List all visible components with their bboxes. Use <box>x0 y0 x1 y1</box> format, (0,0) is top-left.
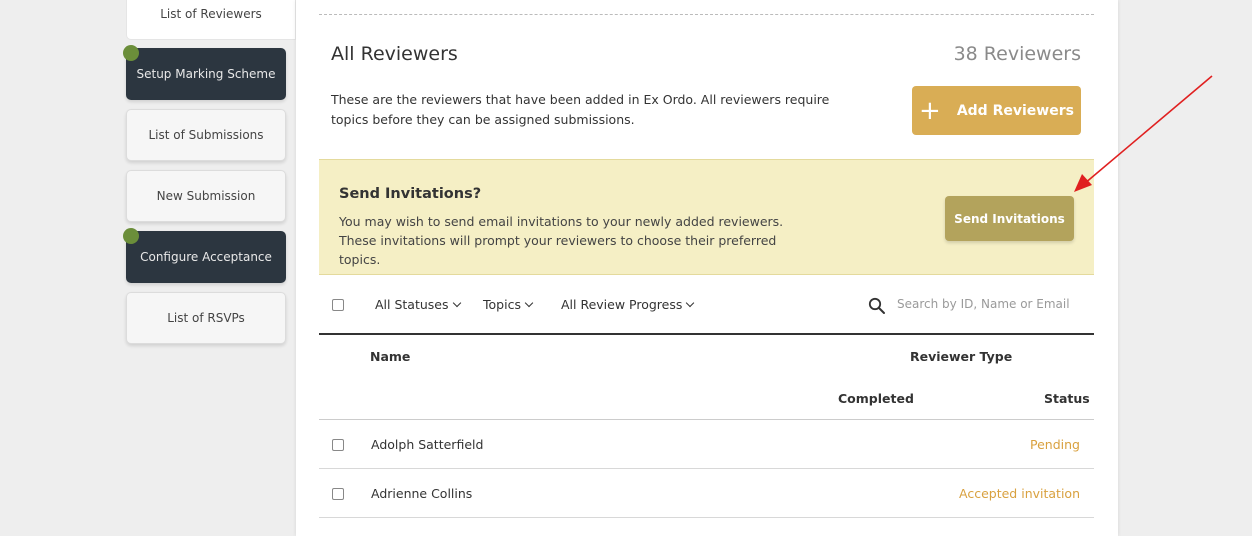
sidebar-item-label: List of Submissions <box>148 128 264 142</box>
main-panel: All Reviewers 38 Reviewers These are the… <box>296 0 1118 536</box>
topics-dropdown[interactable]: Topics <box>483 297 534 312</box>
add-reviewers-label: Add Reviewers <box>956 102 1074 119</box>
sidebar-item-configure-acceptance[interactable]: Configure Acceptance <box>123 228 286 283</box>
column-header-reviewer-type[interactable]: Reviewer Type <box>910 349 1012 364</box>
search-input[interactable] <box>897 294 1087 314</box>
review-progress-dropdown-label: All Review Progress <box>561 297 683 312</box>
statuses-dropdown[interactable]: All Statuses <box>375 297 461 312</box>
column-header-name[interactable]: Name <box>370 349 410 364</box>
status-dot-icon <box>123 45 139 61</box>
sidebar-item-label: List of Reviewers <box>160 7 262 21</box>
send-invitations-label: Send Invitations <box>954 211 1065 226</box>
sidebar-item-list-of-submissions[interactable]: List of Submissions <box>126 109 286 161</box>
plus-icon: + <box>919 95 941 126</box>
page-title: All Reviewers <box>331 43 458 65</box>
statuses-dropdown-label: All Statuses <box>375 297 449 312</box>
column-header-status[interactable]: Status <box>1044 391 1090 406</box>
chevron-down-icon <box>452 298 461 308</box>
sidebar-item-label: New Submission <box>156 189 256 203</box>
row-checkbox[interactable] <box>332 439 344 451</box>
sidebar-item-label: Configure Acceptance <box>140 250 272 264</box>
select-all-checkbox[interactable] <box>332 299 344 311</box>
reviewer-status: Pending <box>1030 437 1080 452</box>
banner-title: Send Invitations? <box>339 186 482 202</box>
topics-dropdown-label: Topics <box>483 297 521 312</box>
reviewer-count: 38 Reviewers <box>953 43 1081 65</box>
reviewer-status: Accepted invitation <box>959 486 1080 501</box>
table-row[interactable]: Adolph Satterfield Pending <box>319 420 1094 469</box>
row-checkbox[interactable] <box>332 488 344 500</box>
chevron-down-icon <box>524 298 534 308</box>
add-reviewers-button[interactable]: + Add Reviewers <box>912 86 1081 135</box>
table-row[interactable]: Adrienne Collins Accepted invitation <box>319 469 1094 518</box>
sidebar-item-label: List of RSVPs <box>167 311 245 325</box>
chevron-down-icon <box>686 298 695 308</box>
column-header-completed[interactable]: Completed <box>838 391 914 406</box>
filter-bar: All Statuses Topics All Review Progress <box>319 290 1094 335</box>
banner-text: You may wish to send email invitations t… <box>339 214 784 267</box>
reviewer-name[interactable]: Adolph Satterfield <box>371 437 483 452</box>
send-invitations-button[interactable]: Send Invitations <box>945 196 1074 241</box>
sidebar-item-list-of-rsvps[interactable]: List of RSVPs <box>126 292 286 344</box>
sidebar-item-label: Setup Marking Scheme <box>136 67 276 81</box>
sidebar-item-list-of-reviewers[interactable]: List of Reviewers <box>126 0 296 40</box>
review-progress-dropdown[interactable]: All Review Progress <box>561 297 695 312</box>
search-icon[interactable] <box>868 297 886 315</box>
sidebar-item-new-submission[interactable]: New Submission <box>126 170 286 222</box>
divider <box>319 14 1094 15</box>
page-description: These are the reviewers that have been a… <box>331 92 830 127</box>
send-invitations-banner: Send Invitations? You may wish to send e… <box>319 159 1094 275</box>
sidebar-item-setup-marking-scheme[interactable]: Setup Marking Scheme <box>123 45 286 100</box>
status-dot-icon <box>123 228 139 244</box>
reviewer-name[interactable]: Adrienne Collins <box>371 486 472 501</box>
